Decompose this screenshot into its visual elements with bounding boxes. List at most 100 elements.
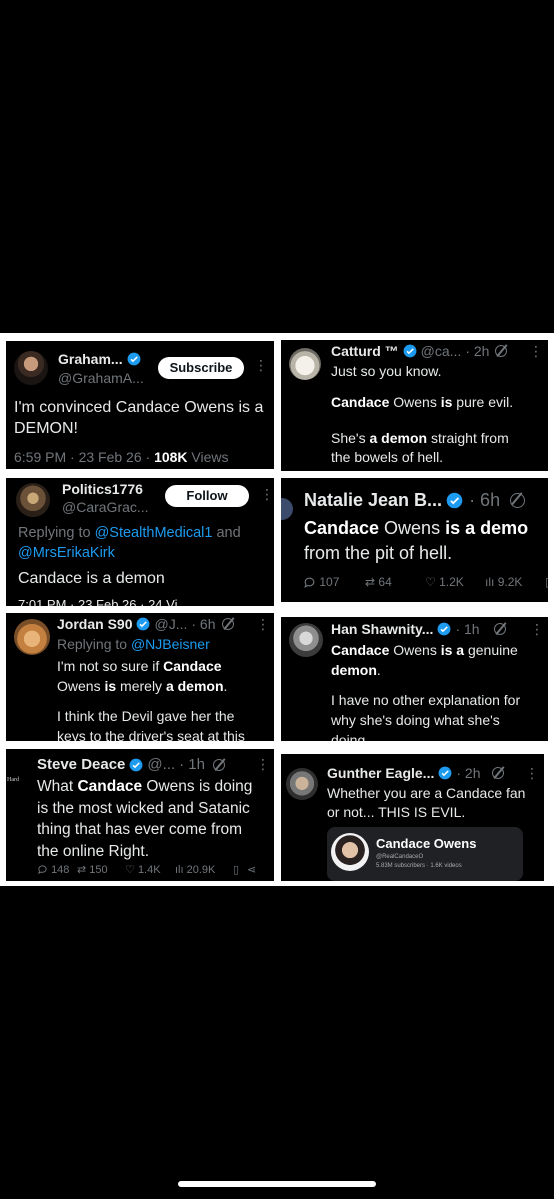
author-name[interactable]: Han Shawnity... [331, 621, 433, 637]
author-handle[interactable]: @CaraGrac... [62, 499, 149, 515]
tweet-card-politics1776[interactable]: Politics1776 @CaraGrac... Follow ⋮ Reply… [6, 478, 274, 606]
reply-count: 148 [51, 863, 70, 876]
avatar[interactable] [14, 351, 48, 385]
tweet-time: · 2h [456, 765, 481, 781]
follow-button[interactable]: Follow [165, 485, 249, 507]
like-button[interactable]: ♡ 1.4K [125, 863, 175, 877]
mention-link[interactable]: @StealthMedical1 [95, 525, 213, 541]
tweet-meta: 6:59 PM · 23 Feb 26 · 108K Views [14, 449, 229, 465]
tweet-line: Candace Owens is pure evil. [331, 394, 514, 410]
tweet-card-natalie[interactable]: Natalie Jean B... · 6h Candace Owens is … [281, 478, 548, 602]
author-handle[interactable]: @J... [154, 616, 187, 632]
tweet-line: Candace Owens is a genuine [331, 642, 518, 658]
tweet-text: Whether you are a Candace fan or not... … [327, 784, 542, 822]
mention-link[interactable]: @MrsErikaKirk [18, 545, 115, 561]
tweet-card-catturd[interactable]: Catturd ™ @ca... · 2h ⋮ Just so you know… [281, 340, 548, 471]
tweet-card-steve[interactable]: Hard Steve Deace @... · 1h ⋮ What Candac… [6, 749, 274, 881]
tweet-text: Candace Owens is a demo from the pit of … [304, 516, 548, 566]
author-handle[interactable]: @... [147, 756, 175, 773]
home-indicator[interactable] [178, 1181, 376, 1187]
avatar[interactable] [289, 348, 321, 380]
avatar[interactable] [286, 768, 318, 800]
verified-badge-icon [137, 617, 150, 631]
channel-avatar[interactable] [331, 833, 369, 871]
author-name[interactable]: Politics1776 [62, 481, 143, 497]
grok-icon[interactable] [213, 758, 225, 771]
retweet-button[interactable]: ⇄ 150 [77, 863, 125, 877]
verified-badge-icon [446, 492, 463, 509]
grok-icon[interactable] [495, 345, 508, 357]
tweet-text: Candace Owens is a genuine demon. I have… [331, 640, 546, 741]
like-button[interactable]: ♡ 1.2K [425, 575, 485, 589]
tweet-text: I'm convinced Candace Owens is a DEMON! [14, 399, 264, 437]
grok-icon[interactable] [221, 618, 234, 630]
more-options-icon[interactable]: ⋮ [529, 343, 544, 360]
more-options-icon[interactable]: ⋮ [256, 756, 271, 773]
reply-button[interactable]: 107 [303, 575, 365, 589]
tweet-line: from the pit of hell. [304, 543, 453, 563]
channel-stats: 5.83M subscribers · 1.6K videos [376, 863, 462, 869]
tweet-time: · 1h [179, 756, 205, 773]
tweet-time: · 2h [465, 343, 490, 359]
tweet-card-graham[interactable]: Graham... @GrahamA... Subscribe ⋮ I'm co… [6, 341, 274, 469]
tweet-line: the online Right. [37, 842, 150, 860]
views-icon: ılı [175, 863, 184, 876]
tweet-card-jordan[interactable]: Jordan S90 @J... · 6h ⋮ Replying to @NJB… [6, 613, 274, 741]
author-name[interactable]: Gunther Eagle... [327, 765, 434, 781]
verified-badge-icon [129, 758, 143, 771]
embedded-channel-card[interactable]: Candace Owens @RealCandaceO 5.83M subscr… [327, 827, 523, 881]
avatar[interactable] [16, 483, 50, 517]
more-options-icon[interactable]: ⋮ [260, 486, 274, 503]
author-name[interactable]: Catturd ™ [331, 343, 399, 359]
author-name[interactable]: Jordan S90 [57, 616, 132, 632]
tweet-line: or not... THIS IS EVIL. [327, 804, 466, 820]
grok-icon[interactable] [510, 493, 526, 508]
avatar[interactable] [281, 498, 293, 520]
tweet-time: · 6h [469, 490, 501, 510]
screenshot-collage: Graham... @GrahamA... Subscribe ⋮ I'm co… [0, 333, 554, 886]
views-button[interactable]: ılı 20.9K [175, 864, 233, 876]
author-name[interactable]: Steve Deace [37, 756, 125, 773]
tweet-text: Just so you know. Candace Owens is pure … [331, 362, 545, 467]
bookmark-icon[interactable]: ▯ [545, 575, 548, 589]
avatar[interactable] [289, 623, 323, 657]
tweet-line: I think the Devil gave her the [57, 708, 235, 724]
tweet-card-han[interactable]: Han Shawnity... · 1h ⋮ Candace Owens is … [281, 617, 548, 741]
bookmark-icon[interactable]: ▯ [233, 863, 247, 876]
author-name[interactable]: Natalie Jean B... [304, 490, 442, 511]
author-handle[interactable]: @GrahamA... [58, 370, 144, 386]
avatar[interactable] [14, 619, 50, 655]
reply-context: Replying to @NJBeisner [57, 636, 210, 652]
like-count: 1.4K [137, 863, 161, 876]
tweet-line: Whether you are a Candace fan [327, 785, 526, 801]
retweet-button[interactable]: ⇄ 64 [365, 575, 425, 589]
tweet-text: Candace is a demon [18, 570, 165, 587]
share-icon[interactable]: ⋖ [247, 863, 256, 876]
reply-button[interactable]: 148 [37, 864, 77, 876]
tweet-card-gunther[interactable]: Gunther Eagle... · 2h ⋮ Whether you are … [281, 754, 544, 881]
subscribe-button[interactable]: Subscribe [158, 357, 244, 379]
tweet-text: What Candace Owens is doing is the most … [37, 776, 272, 862]
mention-link[interactable]: @NJBeisner [131, 636, 210, 652]
tweet-line: She's a demon straight from [331, 430, 509, 446]
more-options-icon[interactable]: ⋮ [525, 765, 540, 782]
action-bar: 148 ⇄ 150 ♡ 1.4K ılı 20.9K ▯ ⋖ [37, 863, 256, 876]
heart-icon: ♡ [125, 864, 135, 876]
tweet-text: I'm not so sure if Candace Owens is mere… [57, 656, 272, 741]
views-label: Views [187, 449, 229, 465]
more-options-icon[interactable]: ⋮ [530, 621, 545, 638]
action-bar: 107 ⇄ 64 ♡ 1.2K ılı 9.2K ▯ [303, 575, 548, 589]
author-name[interactable]: Graham... [58, 351, 123, 367]
author-handle[interactable]: @ca... [421, 343, 462, 359]
more-options-icon[interactable]: ⋮ [256, 616, 271, 633]
views-button[interactable]: ılı 9.2K [485, 575, 545, 589]
tweet-line: why she's doing what she's [331, 712, 500, 728]
verified-badge-icon [438, 622, 451, 636]
reply-context: Replying to @StealthMedical1 and @MrsEri… [18, 525, 241, 561]
grok-icon[interactable] [492, 767, 505, 779]
verified-badge-icon [403, 344, 417, 358]
more-options-icon[interactable]: ⋮ [254, 357, 269, 374]
grok-icon[interactable] [493, 623, 506, 635]
reply-icon [304, 577, 315, 588]
reply-icon [38, 865, 47, 875]
